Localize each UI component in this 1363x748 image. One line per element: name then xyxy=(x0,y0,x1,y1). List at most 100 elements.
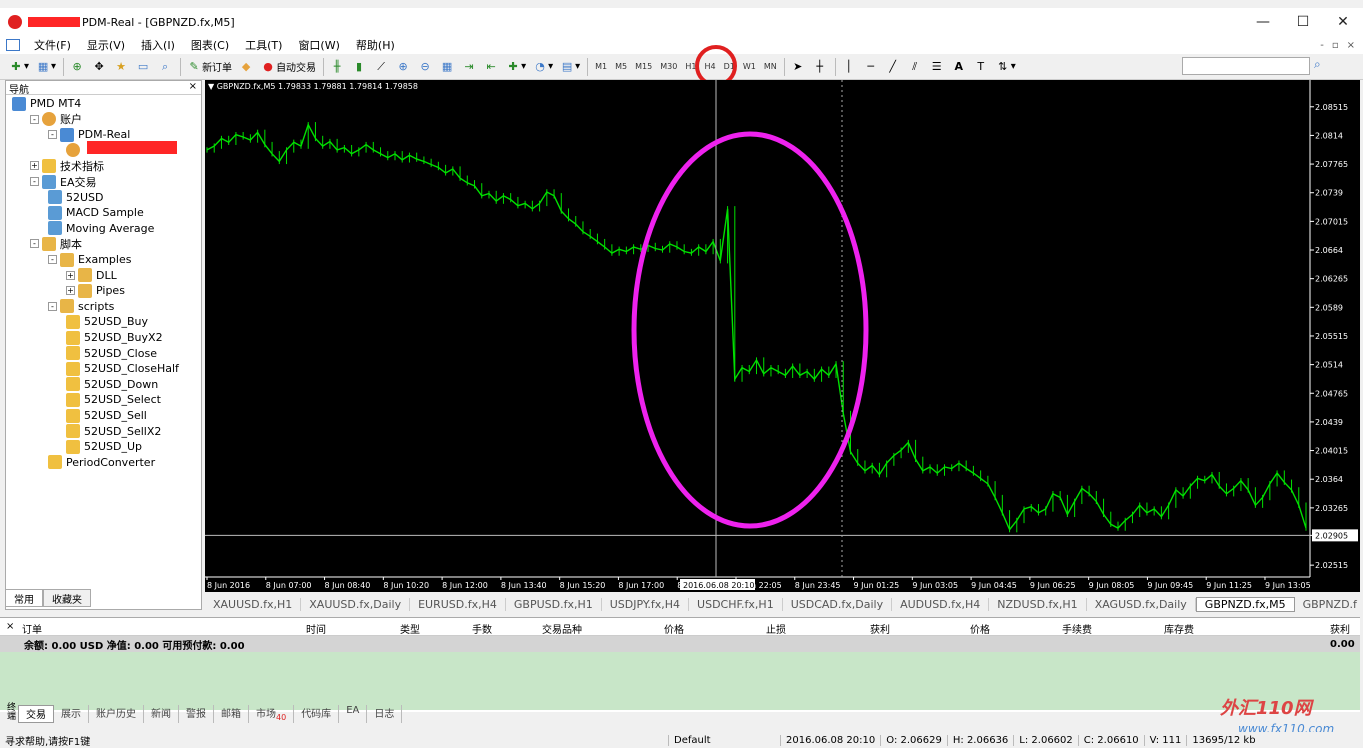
menu-charts[interactable]: 图表(C) xyxy=(183,37,237,53)
menu-insert[interactable]: 插入(I) xyxy=(133,37,183,53)
chart-shift-button[interactable]: ⇤ xyxy=(481,56,501,78)
nav-tree-item[interactable]: - 脚本 xyxy=(30,236,82,251)
maximize-button[interactable]: ☐ xyxy=(1283,14,1323,30)
data-window-button[interactable]: ✥ xyxy=(89,56,109,78)
term-tab-exposure[interactable]: 展示 xyxy=(54,705,89,723)
nav-tree-item[interactable]: 52USD_Close xyxy=(66,346,157,361)
term-tab-market[interactable]: 市场40 xyxy=(249,705,295,723)
terminal-button[interactable]: ▭ xyxy=(133,56,153,78)
candlestick-button[interactable]: ▮ xyxy=(349,56,369,78)
col-sl[interactable]: 止损 xyxy=(766,621,786,636)
auto-trading-button[interactable]: ● 自动交易 xyxy=(258,56,318,78)
navigator-button[interactable]: ★ xyxy=(111,56,131,78)
nav-tree-item[interactable]: + Pipes xyxy=(66,283,125,298)
arrows-tool[interactable]: ⇅ ▾ xyxy=(993,56,1018,78)
chart-tab[interactable]: USDJPY.fx,H4 xyxy=(602,597,690,611)
navigator-close-button[interactable]: × xyxy=(189,81,197,94)
chart-tab[interactable]: XAGUSD.fx,Daily xyxy=(1087,597,1196,611)
col-profit[interactable]: 获利 xyxy=(1330,621,1350,636)
nav-tree-item[interactable]: PMD MT4 xyxy=(12,96,81,111)
expand-icon[interactable]: + xyxy=(66,286,75,296)
search-icon[interactable]: ⌕ xyxy=(1314,57,1321,72)
nav-tree-item[interactable]: - EA交易 xyxy=(30,174,96,189)
nav-tree-item[interactable]: - scripts xyxy=(48,299,114,314)
nav-tree-item[interactable]: - Examples xyxy=(48,252,131,267)
col-swap[interactable]: 库存费 xyxy=(1164,621,1194,636)
auto-scroll-button[interactable]: ⇥ xyxy=(459,56,479,78)
mdi-restore-button[interactable]: ▫ xyxy=(1332,40,1339,51)
nav-tree-item[interactable]: 52USD_Down xyxy=(66,377,158,392)
timeframe-w1[interactable]: W1 xyxy=(739,62,760,71)
collapse-icon[interactable]: - xyxy=(48,130,57,140)
cursor-tool[interactable]: ➤ xyxy=(788,56,808,78)
collapse-icon[interactable]: - xyxy=(48,255,57,264)
nav-tree-item[interactable] xyxy=(66,143,84,158)
indicators-button[interactable]: ✚ ▾ xyxy=(503,56,528,78)
chart-tab[interactable]: USDCAD.fx,Daily xyxy=(783,597,893,611)
crosshair-tool[interactable]: ┼ xyxy=(810,56,830,78)
price-chart[interactable]: 2.08515 2.0814 2.07765 2.0739 2.07015 2.0664 2… xyxy=(205,80,1360,592)
terminal-close-button[interactable]: × xyxy=(6,621,14,632)
nav-tree-item[interactable]: 52USD_BuyX2 xyxy=(66,330,163,345)
nav-tree-item[interactable]: 52USD xyxy=(48,190,104,205)
col-symbol[interactable]: 交易品种 xyxy=(542,621,582,636)
new-order-button[interactable]: ✎ 新订单 xyxy=(184,56,234,78)
menu-tools[interactable]: 工具(T) xyxy=(237,37,290,53)
horizontal-line-tool[interactable]: ─ xyxy=(861,56,881,78)
line-chart-button[interactable]: ⟋ xyxy=(371,56,391,78)
timeframe-m1[interactable]: M1 xyxy=(591,62,611,71)
col-type[interactable]: 类型 xyxy=(400,621,420,636)
market-watch-button[interactable]: ⊕ xyxy=(67,56,87,78)
menu-file[interactable]: 文件(F) xyxy=(26,37,79,53)
collapse-icon[interactable]: - xyxy=(30,114,39,124)
nav-tree-item[interactable]: 52USD_CloseHalf xyxy=(66,361,179,376)
chart-tab[interactable]: XAUUSD.fx,H1 xyxy=(205,597,302,611)
term-tab-alerts[interactable]: 警报 xyxy=(179,705,214,723)
trendline-tool[interactable]: ╱ xyxy=(883,56,903,78)
channel-tool[interactable]: ⫽ xyxy=(905,56,925,78)
collapse-icon[interactable]: - xyxy=(30,239,39,249)
col-tp[interactable]: 获利 xyxy=(870,621,890,636)
timeframe-m5[interactable]: M5 xyxy=(611,62,631,71)
periods-button[interactable]: ◔ ▾ xyxy=(530,56,555,78)
chart-tab[interactable]: NZDUSD.fx,H1 xyxy=(989,597,1087,611)
label-tool[interactable]: T xyxy=(971,56,991,78)
mdi-minimize-button[interactable]: - xyxy=(1320,40,1324,51)
col-order[interactable]: 订单 xyxy=(22,621,42,636)
tile-windows-button[interactable]: ▦ xyxy=(437,56,457,78)
close-button[interactable]: ✕ xyxy=(1323,14,1363,30)
menu-window[interactable]: 窗口(W) xyxy=(290,37,347,53)
nav-tree-item[interactable]: 52USD_Select xyxy=(66,392,161,407)
chart-tab[interactable]: AUDUSD.fx,H4 xyxy=(892,597,990,611)
collapse-icon[interactable]: - xyxy=(30,177,39,186)
term-tab-trade[interactable]: 交易 xyxy=(18,705,54,723)
timeframe-m30[interactable]: M30 xyxy=(656,62,681,71)
col-price[interactable]: 价格 xyxy=(664,621,684,636)
term-tab-mailbox[interactable]: 邮箱 xyxy=(214,705,249,723)
vertical-line-tool[interactable]: │ xyxy=(839,56,859,78)
term-tab-experts[interactable]: EA xyxy=(339,705,368,723)
bar-chart-button[interactable]: ╫ xyxy=(327,56,347,78)
chart-tab[interactable]: USDCHF.fx,H1 xyxy=(689,597,783,611)
term-tab-history[interactable]: 账户历史 xyxy=(89,705,144,723)
nav-tree-item[interactable]: + DLL xyxy=(66,268,117,283)
term-tab-journal[interactable]: 日志 xyxy=(367,705,403,723)
profiles-button[interactable]: ▦ ▾ xyxy=(33,56,58,78)
zoom-in-button[interactable]: ⊕ xyxy=(393,56,413,78)
col-lots[interactable]: 手数 xyxy=(472,621,492,636)
nav-tree-item[interactable]: 52USD_Buy xyxy=(66,314,148,329)
text-tool[interactable]: A xyxy=(949,56,969,78)
nav-tree-item[interactable]: PeriodConverter xyxy=(48,455,155,470)
timeframe-mn[interactable]: MN xyxy=(760,62,781,71)
chart-tab[interactable]: GBPNZD.f xyxy=(1295,598,1360,611)
chart-tab[interactable]: GBPNZD.fx,M5 xyxy=(1195,596,1295,612)
search-input[interactable] xyxy=(1182,57,1310,75)
metaeditor-button[interactable]: ◆ xyxy=(236,56,256,78)
col-price-current[interactable]: 价格 xyxy=(970,621,990,636)
expand-icon[interactable]: + xyxy=(66,270,75,280)
nav-tree-item[interactable]: 52USD_Sell xyxy=(66,408,147,423)
nav-tab-favorites[interactable]: 收藏夹 xyxy=(43,589,91,607)
menu-help[interactable]: 帮助(H) xyxy=(348,37,403,53)
minimize-button[interactable]: — xyxy=(1243,14,1283,30)
col-time[interactable]: 时间 xyxy=(306,621,326,636)
